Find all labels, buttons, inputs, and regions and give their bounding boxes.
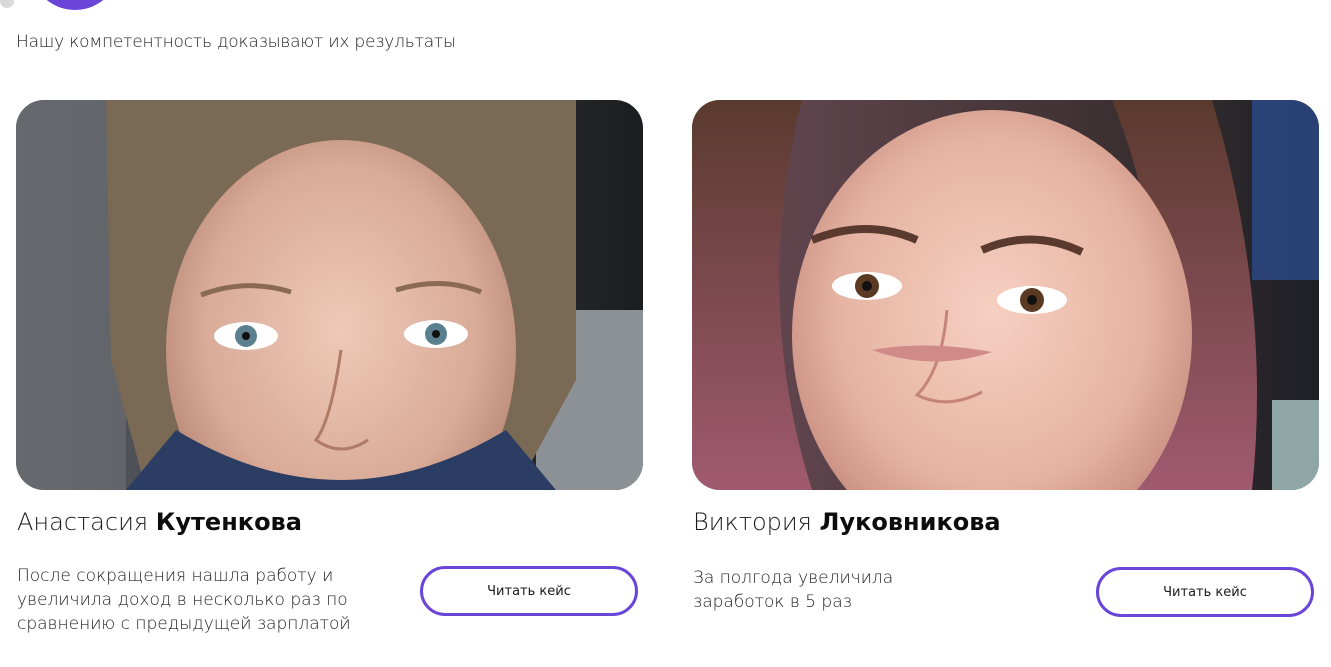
case-description: После сокращения нашла работу и увеличил…	[17, 566, 351, 634]
case-description: За полгода увеличила заработок в 5 раз	[693, 568, 894, 612]
cases-section: Нашу компетентность доказывают их резуль…	[0, 0, 1331, 667]
decorative-dot	[0, 0, 14, 8]
case-last-name: Кутенкова	[155, 508, 302, 536]
section-subtitle: Нашу компетентность доказывают их резуль…	[16, 32, 456, 52]
case-person-name: Анастасия Кутенкова	[17, 508, 302, 536]
decorative-circle	[30, 0, 120, 10]
case-last-name: Луковникова	[819, 508, 1001, 536]
case-first-name: Виктория	[693, 508, 812, 536]
read-case-button[interactable]: Читать кейс	[420, 566, 638, 616]
case-photo	[16, 100, 643, 490]
case-first-name: Анастасия	[17, 508, 149, 536]
read-case-button[interactable]: Читать кейс	[1096, 567, 1314, 617]
case-photo	[692, 100, 1319, 490]
case-card: Анастасия Кутенкова После сокращения наш…	[16, 100, 643, 640]
case-person-name: Виктория Луковникова	[693, 508, 1001, 536]
case-card: Виктория Луковникова За полгода увеличил…	[692, 100, 1319, 640]
